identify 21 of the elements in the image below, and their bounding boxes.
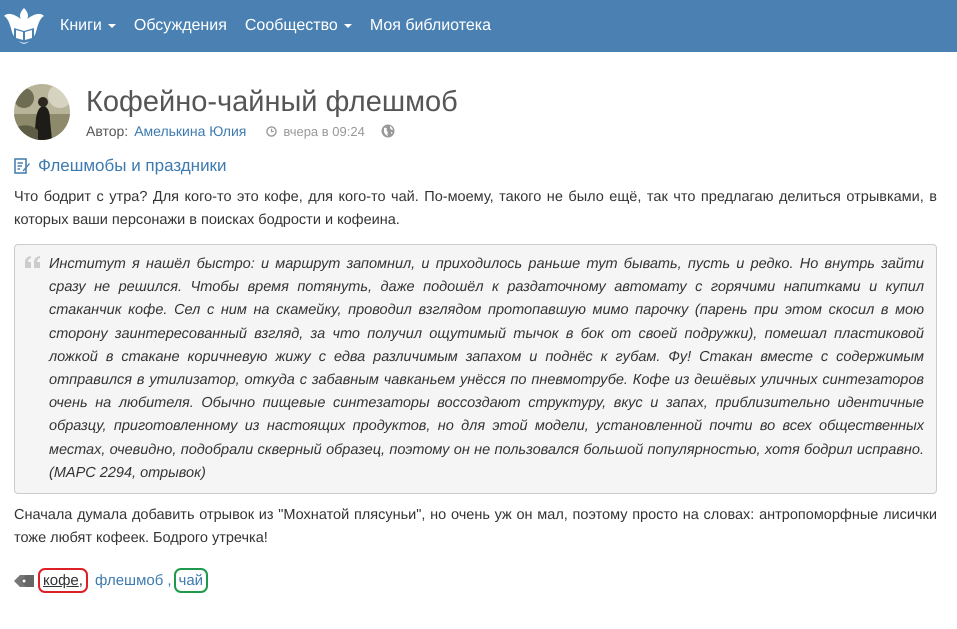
tag-link[interactable]: чай bbox=[174, 568, 208, 594]
nav-link[interactable]: Книги bbox=[60, 17, 116, 35]
category-link[interactable]: Флешмобы и праздники bbox=[38, 156, 226, 176]
tag-separator: , bbox=[167, 572, 172, 590]
post-intro: Что бодрит с утра? Для кого-то это кофе, для кого-то чай. По-моему, такого не было ещё, так что предлагаю делиться отрывками, в которых ваши персонажи в поисках бодрости и кофеина. bbox=[14, 188, 937, 230]
post-outro: Сначала думала добавить отрывок из "Мохнатой плясуньи", но очень уж он мал, поэтому просто на словах: антропоморфные лисички тоже любят кофеек. Бодрого утречка! bbox=[14, 506, 937, 548]
post-title: Кофейно-чайный флешмоб bbox=[86, 85, 458, 119]
nav-link[interactable]: Сообщество bbox=[244, 17, 352, 35]
nav-link[interactable]: Обсуждения bbox=[134, 17, 227, 35]
author-link[interactable]: Амелькина Юлия bbox=[134, 123, 246, 139]
tag-link[interactable]: кофе, bbox=[38, 568, 88, 594]
tag-link[interactable]: флешмоб bbox=[90, 568, 168, 594]
edit-document-icon bbox=[14, 158, 30, 174]
clock-icon bbox=[266, 126, 278, 136]
tags-icon bbox=[14, 574, 36, 588]
post-time: вчера в 09:24 bbox=[283, 124, 365, 138]
globe-icon bbox=[380, 124, 395, 138]
author-label: Автор: bbox=[86, 123, 128, 139]
nav-link[interactable]: Моя библиотека bbox=[370, 17, 491, 35]
quote-icon bbox=[25, 256, 41, 268]
quote-text: Институт я нашёл быстро: и маршрут запомнил, и приходилось раньше тут бывать, пусть и редко. Но внутрь зайти сразу не решился. Чтобы время потянуть, даже подошёл к раздаточному автомату с горячими напитками и купил стаканчик кофе. Сел с ним на скамейку, проводил взглядом протопавшую мимо парочку (парень при этом скосил в мою сторону заинтересованный взгляд, за что получил ощутимый тычок в бок от своей подружки), помешал пластиковой ложкой в стакане коричневую жижу с едва различимым запахом и поднёс к губам. Фу! Стакан вместе с содержимым отправился в утилизатор, откуда с забавным чавканьем унёсся по пневмотрубе. Кофе из дешёвых уличных синтезаторов очень на любителя. Обычно пищевые синтезаторы воссоздают структуру, вкус и запах, приблизительно идентичные образцу, приготовленному из настоящих продуктов, но для этой модели, установленной почти во всех общественных местах, очевидно, подобрали скверный образец, поэтому он не пользовался большой популярностью, хотя бодрил исправно. (МАРС 2294, отрывок) bbox=[49, 255, 924, 483]
